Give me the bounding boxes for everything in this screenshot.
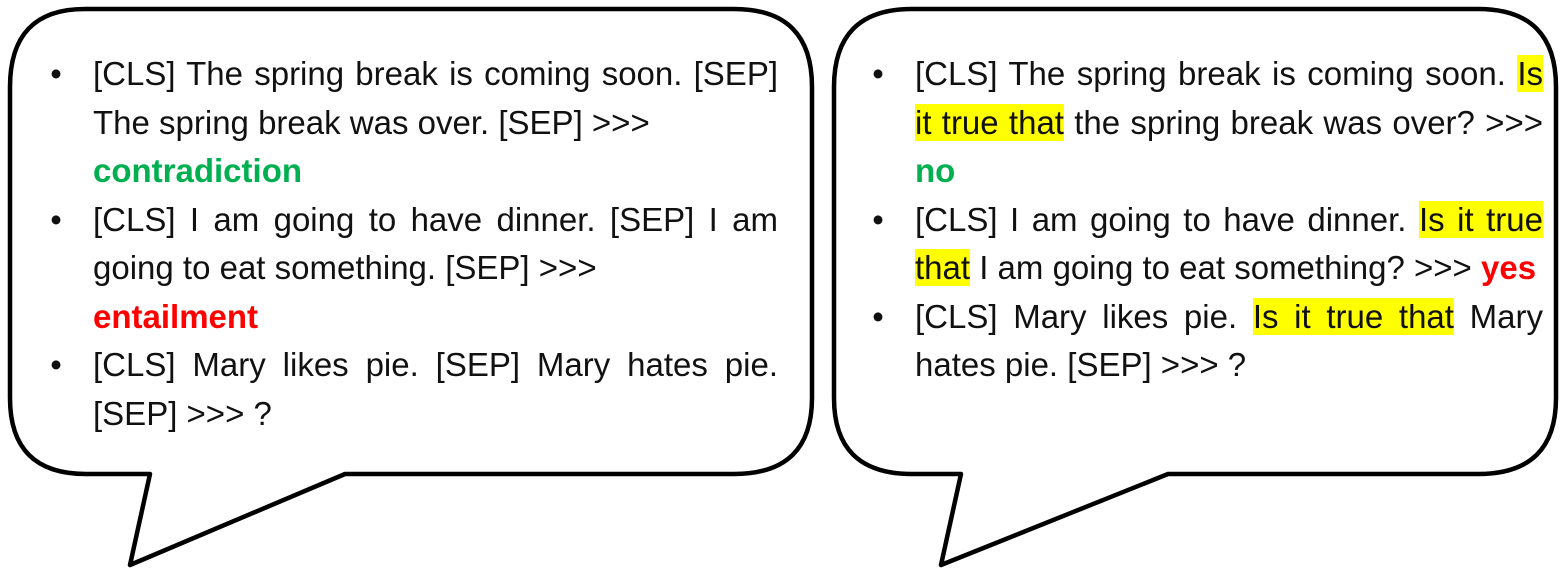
bullet-icon: • xyxy=(872,200,884,238)
bullet-icon: • xyxy=(872,55,884,92)
left-item-2-label: entailment xyxy=(93,297,259,335)
right-item-2-hypothesis: I am going to eat something? >>> xyxy=(979,249,1472,286)
bullet-icon: • xyxy=(872,297,884,335)
bullet-icon: • xyxy=(50,200,62,238)
left-item-2-text: [CLS] I am going to have dinner. [SEP] I… xyxy=(93,200,778,287)
right-item-3-prompt-highlight: Is it true that xyxy=(1252,297,1454,335)
left-item-3: • [CLS] Mary likes pie. [SEP] Mary hates… xyxy=(46,341,778,438)
left-item-1-label: contradiction xyxy=(93,152,303,189)
right-item-3: • [CLS] Mary likes pie. Is it true that … xyxy=(868,293,1543,390)
right-item-1-label: no xyxy=(915,152,956,189)
left-item-2: • [CLS] I am going to have dinner. [SEP]… xyxy=(46,196,778,342)
left-item-1: • [CLS] The spring break is coming soon.… xyxy=(46,50,778,196)
bullet-icon: • xyxy=(50,346,62,383)
left-bubble-list: • [CLS] The spring break is coming soon.… xyxy=(46,50,778,438)
right-item-1-premise: [CLS] The spring break is coming soon. xyxy=(915,55,1506,92)
right-bubble-list: • [CLS] The spring break is coming soon.… xyxy=(868,50,1544,390)
left-item-1-text: [CLS] The spring break is coming soon. [… xyxy=(93,55,778,141)
right-item-2: • [CLS] I am going to have dinner. Is it… xyxy=(868,196,1544,293)
right-item-1-hypothesis: the spring break was over? >>> xyxy=(1074,103,1543,141)
left-item-3-text: [CLS] Mary likes pie. [SEP] Mary hates p… xyxy=(93,346,778,432)
right-item-3-premise: [CLS] Mary likes pie. xyxy=(915,297,1238,335)
right-item-2-premise: [CLS] I am going to have dinner. xyxy=(915,200,1407,238)
right-item-2-label: yes xyxy=(1480,249,1537,286)
bullet-icon: • xyxy=(50,55,62,92)
right-item-1: • [CLS] The spring break is coming soon.… xyxy=(868,50,1543,196)
